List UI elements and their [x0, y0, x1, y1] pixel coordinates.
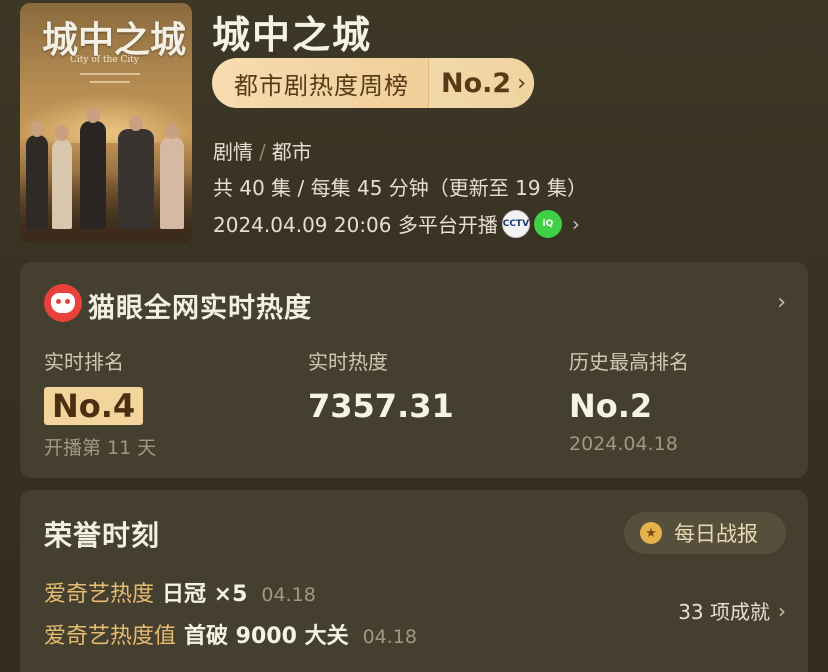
poster-person [52, 125, 72, 229]
stat-label: 实时排名 [44, 350, 124, 374]
realtime-heat-card[interactable]: 猫眼全网实时热度 › 实时排名 No.4 开播第 11 天 实时热度 7357.… [20, 262, 808, 478]
episodes-info: 共 40 集 / 每集 45 分钟（更新至 19 集） [213, 176, 587, 200]
chevron-right-icon: › [571, 211, 580, 236]
honor-title: 荣誉时刻 [44, 519, 161, 552]
stat-value: 7357.31 [308, 387, 454, 425]
genre-tag: 剧情 [213, 140, 253, 164]
honor-achievement: 首破 9000 大关 [184, 624, 349, 649]
stat-value: No.4 [44, 387, 144, 425]
poster-subtitle: City of the City [70, 55, 140, 65]
daily-report-button[interactable]: ★ 每日战报 [624, 512, 786, 554]
maoyan-cat-icon [44, 284, 82, 322]
rank-value-box: No.2 › [428, 58, 534, 108]
weekly-rank-badge[interactable]: 都市剧热度周榜 No.2 › [212, 58, 534, 108]
honor-card: 荣誉时刻 ★ 每日战报 爱奇艺热度 日冠 ×5 04.18 爱奇艺热度值 首破 … [20, 490, 808, 672]
iqiyi-icon: iQ [533, 209, 562, 238]
release-line[interactable]: 2024.04.09 20:06 多平台开播 CCTV iQ › [213, 209, 580, 238]
genre-line: 剧情 / 都市 [213, 140, 312, 164]
genre-tag: 都市 [271, 140, 312, 164]
honor-date: 04.18 [261, 584, 316, 606]
poster-person [160, 123, 184, 229]
rank-value: No.2 [441, 67, 512, 99]
medal-icon: ★ [640, 522, 662, 544]
release-info: 2024.04.09 20:06 多平台开播 [213, 213, 498, 237]
stat-label: 实时热度 [308, 350, 388, 374]
stat-highest-rank: 历史最高排名 No.2 2024.04.18 [569, 346, 689, 455]
poster-person [118, 115, 154, 229]
achievements-link[interactable]: 33 项成就 › [678, 596, 786, 625]
poster-person [26, 121, 48, 229]
heat-card-title: 猫眼全网实时热度 [88, 293, 312, 324]
honor-achievement: 日冠 ×5 [162, 582, 248, 607]
honor-date: 04.18 [362, 626, 417, 648]
chevron-right-icon[interactable]: › [777, 290, 786, 315]
stat-realtime-rank: 实时排名 No.4 开播第 11 天 [44, 346, 156, 460]
honor-item: 爱奇艺热度值 首破 9000 大关 04.18 [44, 618, 417, 650]
stat-realtime-heat: 实时热度 7357.31 [308, 346, 454, 427]
achievements-count: 33 项成就 [678, 600, 770, 624]
poster-text-line [90, 81, 130, 83]
stat-sub: 2024.04.18 [569, 433, 678, 455]
show-poster[interactable]: 城中之城 City of the City [20, 3, 192, 243]
honor-item: 爱奇艺热度 日冠 ×5 04.18 [44, 576, 316, 608]
stat-sub: 开播第 11 天 [44, 437, 157, 459]
chevron-right-icon: › [778, 598, 786, 623]
stat-value: No.2 [569, 387, 653, 425]
stat-label: 历史最高排名 [569, 350, 689, 374]
honor-source: 爱奇艺热度值 [44, 624, 177, 649]
cctv-icon: CCTV [501, 209, 530, 238]
show-title: 城中之城 [212, 13, 373, 57]
rank-label: 都市剧热度周榜 [234, 71, 409, 100]
poster-person [80, 107, 106, 229]
daily-report-label: 每日战报 [674, 522, 758, 546]
poster-text-line [80, 73, 140, 75]
honor-source: 爱奇艺热度 [44, 582, 155, 607]
chevron-right-icon: › [517, 70, 527, 96]
